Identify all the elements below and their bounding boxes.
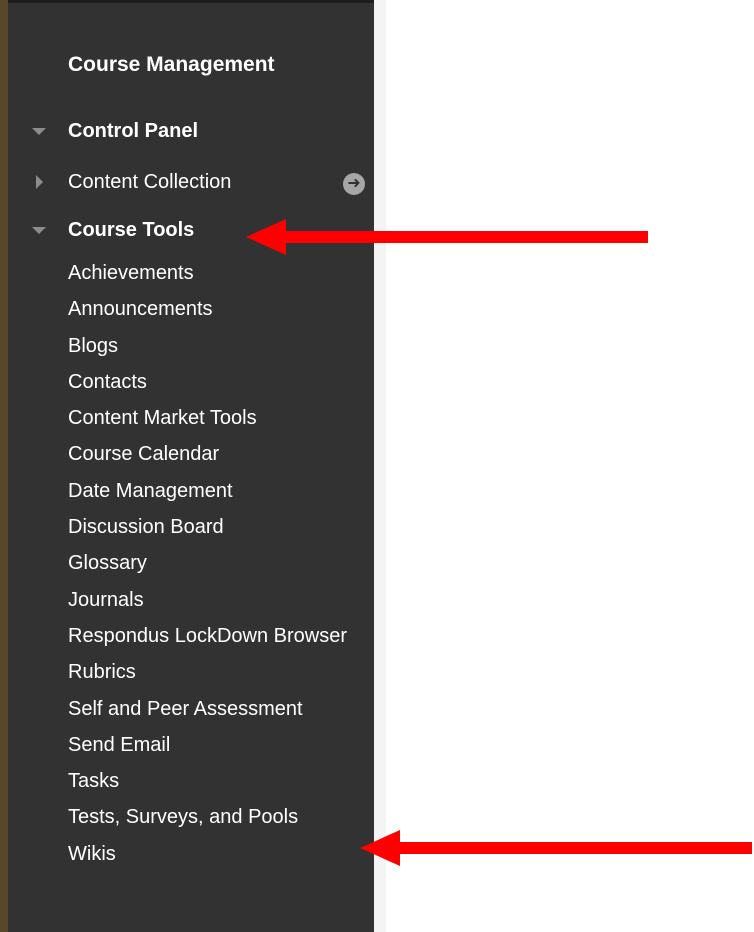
course-tools-list: Achievements Announcements Blogs Contact… <box>68 259 368 876</box>
tool-item-content-market-tools[interactable]: Content Market Tools <box>68 404 368 432</box>
annotation-arrow-course-tools-icon <box>246 219 648 255</box>
tool-item-tests-surveys-and-pools[interactable]: Tests, Surveys, and Pools <box>68 803 368 831</box>
tool-item-discussion-board[interactable]: Discussion Board <box>68 513 368 541</box>
left-border <box>0 0 8 932</box>
tool-item-respondus-lockdown-browser[interactable]: Respondus LockDown Browser <box>68 622 368 650</box>
tool-item-journals[interactable]: Journals <box>68 586 368 614</box>
tool-item-course-calendar[interactable]: Course Calendar <box>68 440 368 468</box>
course-management-title: Course Management <box>68 53 275 76</box>
tool-item-contacts[interactable]: Contacts <box>68 368 368 396</box>
section-content-collection[interactable]: Content Collection ➜ <box>8 167 374 197</box>
page: Course Management Control Panel Content … <box>0 0 754 932</box>
section-label-content-collection: Content Collection <box>68 171 232 193</box>
panel-top-edge <box>8 0 374 3</box>
section-control-panel[interactable]: Control Panel <box>8 116 374 146</box>
triangle-down-icon <box>32 128 46 135</box>
tool-item-date-management[interactable]: Date Management <box>68 477 368 505</box>
tool-item-rubrics[interactable]: Rubrics <box>68 658 368 686</box>
course-management-panel: Course Management Control Panel Content … <box>8 0 374 932</box>
triangle-down-icon <box>32 227 46 234</box>
tool-item-send-email[interactable]: Send Email <box>68 731 368 759</box>
arrow-circle-right-icon[interactable]: ➜ <box>343 173 365 195</box>
tool-item-blogs[interactable]: Blogs <box>68 332 368 360</box>
tool-item-wikis[interactable]: Wikis <box>68 840 368 868</box>
tool-item-achievements[interactable]: Achievements <box>68 259 368 287</box>
section-label-course-tools: Course Tools <box>68 219 195 241</box>
tool-item-self-and-peer-assessment[interactable]: Self and Peer Assessment <box>68 695 368 723</box>
content-area-edge <box>374 0 386 932</box>
section-label-control-panel: Control Panel <box>68 120 199 142</box>
annotation-arrow-tests-surveys-icon <box>360 830 752 866</box>
triangle-right-icon <box>36 175 43 189</box>
tool-item-glossary[interactable]: Glossary <box>68 549 368 577</box>
tool-item-tasks[interactable]: Tasks <box>68 767 368 795</box>
tool-item-announcements[interactable]: Announcements <box>68 295 368 323</box>
